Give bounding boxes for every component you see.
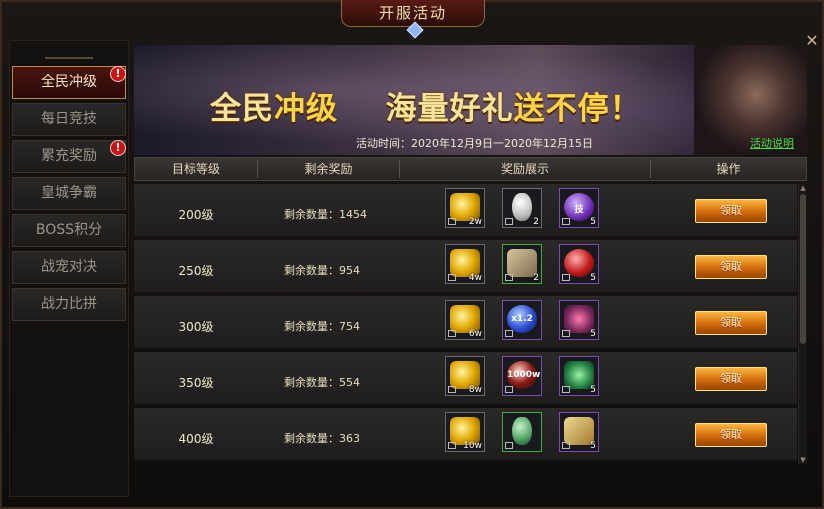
reward-slot[interactable]: 10w — [445, 412, 485, 452]
table-row: 300级 剩余数量：754 6w x1.2 5 领取 — [134, 296, 797, 350]
scrollbar[interactable]: ▲ ▼ — [798, 184, 807, 464]
notification-badge-icon: ! — [110, 66, 126, 82]
reward-list: 200级 剩余数量：1454 2w 2 技5 领取 250级 剩余数量：954 … — [134, 184, 797, 464]
event-time: 活动时间：2020年12月9日一2020年12月15日 — [356, 137, 593, 150]
event-description-link[interactable]: 活动说明 — [750, 135, 794, 151]
header-remaining: 剩余奖励 — [304, 162, 353, 176]
target-level: 350级 — [178, 376, 214, 390]
reward-slot[interactable]: 5 — [559, 244, 599, 284]
target-level: 200级 — [178, 208, 214, 222]
green-egg-icon — [512, 417, 532, 445]
reward-slot[interactable]: 技5 — [559, 188, 599, 228]
reward-slot[interactable]: 4w — [445, 244, 485, 284]
remaining-count: 剩余数量：1454 — [284, 208, 367, 221]
reward-slot[interactable]: x1.2 — [502, 300, 542, 340]
reward-slot[interactable]: 5 — [559, 412, 599, 452]
table-row: 250级 剩余数量：954 4w 2 5 领取 — [134, 240, 797, 294]
blue-orb-icon: x1.2 — [507, 305, 537, 333]
notification-badge-icon: ! — [110, 140, 126, 156]
target-level: 300级 — [178, 320, 214, 334]
sidebar-item-level-up[interactable]: 全民冲级 — [12, 66, 126, 99]
sidebar-item-power-ranking[interactable]: 战力比拼 — [12, 288, 126, 321]
sidebar-item-city-battle[interactable]: 皇城争霸 — [12, 177, 126, 210]
table-header: 目标等级 剩余奖励 奖励展示 操作 — [134, 157, 807, 181]
target-level: 250级 — [178, 264, 214, 278]
target-level: 400级 — [178, 432, 214, 446]
claim-button[interactable]: 领取 — [695, 199, 767, 223]
reward-slot[interactable]: 2 — [502, 188, 542, 228]
header-level: 目标等级 — [171, 162, 220, 176]
remaining-count: 剩余数量：554 — [284, 376, 360, 389]
sidebar-item-daily-arena[interactable]: 每日竞技 — [12, 103, 126, 136]
header-action: 操作 — [716, 162, 741, 176]
dark-orb-icon: 1000w — [507, 361, 540, 389]
sidebar-item-recharge-reward[interactable]: 累充奖励 — [12, 140, 126, 173]
table-row: 400级 剩余数量：363 10w 5 领取 — [134, 408, 797, 462]
sidebar-ornament-icon — [45, 45, 93, 59]
reward-slot[interactable] — [502, 412, 542, 452]
reward-slot[interactable]: 6w — [445, 300, 485, 340]
reward-slot[interactable]: 8w — [445, 356, 485, 396]
header-rewards: 奖励展示 — [500, 162, 549, 176]
scroll-down-icon[interactable]: ▼ — [799, 456, 807, 464]
white-egg-icon — [512, 193, 532, 221]
scrollbar-thumb[interactable] — [800, 194, 806, 344]
remaining-count: 剩余数量：754 — [284, 320, 360, 333]
reward-slot[interactable]: 2 — [502, 244, 542, 284]
claim-button[interactable]: 领取 — [695, 255, 767, 279]
reward-slot[interactable]: 5 — [559, 356, 599, 396]
reward-slot[interactable]: 5 — [559, 300, 599, 340]
sidebar-item-pet-duel[interactable]: 战宠对决 — [12, 251, 126, 284]
claim-button[interactable]: 领取 — [695, 423, 767, 447]
scroll-up-icon[interactable]: ▲ — [799, 184, 807, 192]
claim-button[interactable]: 领取 — [695, 367, 767, 391]
sidebar-item-boss-points[interactable]: BOSS积分 — [12, 214, 126, 247]
remaining-count: 剩余数量：363 — [284, 432, 360, 445]
sidebar: 全民冲级 每日竞技 累充奖励 皇城争霸 BOSS积分 战宠对决 战力比拼 — [9, 40, 129, 497]
banner-title: 全民冲级 海量好礼送不停！ — [210, 91, 642, 127]
remaining-count: 剩余数量：954 — [284, 264, 360, 277]
reward-slot[interactable]: 1000w — [502, 356, 542, 396]
claim-button[interactable]: 领取 — [695, 311, 767, 335]
table-row: 200级 剩余数量：1454 2w 2 技5 领取 — [134, 184, 797, 238]
table-row: 350级 剩余数量：554 8w 1000w 5 领取 — [134, 352, 797, 406]
event-banner: 全民冲级 海量好礼送不停！ 活动时间：2020年12月9日一2020年12月15… — [134, 45, 807, 155]
reward-slot[interactable]: 2w — [445, 188, 485, 228]
